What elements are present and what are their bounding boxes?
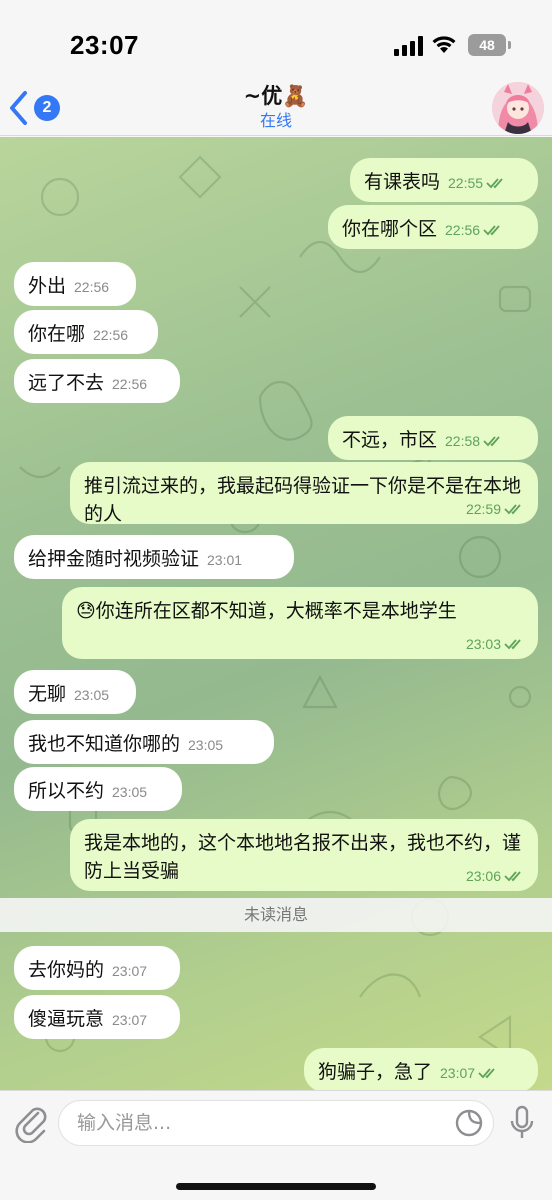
double-check-icon	[504, 504, 521, 515]
message-text: 外出	[28, 275, 67, 297]
message-text: 你在哪个区	[342, 218, 438, 240]
battery-level: 48	[479, 37, 495, 53]
incoming-message[interactable]: 所以不约 23:05	[14, 767, 182, 811]
message-text: 😓你连所在区都不知道，大概率不是本地学生	[76, 600, 457, 622]
double-check-icon	[483, 225, 500, 236]
message-time: 22:59	[466, 501, 524, 517]
message-text: 远了不去	[28, 372, 105, 394]
incoming-message[interactable]: 去你妈的 23:07	[14, 946, 180, 990]
message-time: 22:58	[445, 433, 481, 449]
chat-area[interactable]: 有课表吗 22:55 你在哪个区 22:56 外出 22:56 你在哪 22:56 远了不去 22…	[0, 137, 552, 1090]
message-time: 23:07	[440, 1065, 476, 1081]
message-text: 所以不约	[28, 780, 105, 802]
microphone-icon[interactable]	[508, 1105, 536, 1141]
message-time: 23:05	[112, 784, 148, 800]
incoming-message[interactable]: 傻逼玩意 23:07	[14, 995, 180, 1039]
outgoing-message[interactable]: 😓你连所在区都不知道，大概率不是本地学生 23:03	[62, 587, 538, 659]
status-time: 23:07	[70, 30, 139, 60]
message-text: 有课表吗	[364, 171, 441, 193]
chat-header: 2 ~优🧸 在线	[0, 80, 552, 136]
message-time: 23:05	[74, 687, 110, 703]
message-time: 22:56	[93, 327, 129, 343]
home-indicator	[176, 1183, 376, 1190]
message-time-text: 23:03	[465, 636, 501, 652]
message-input-bar: 输入消息...	[0, 1090, 552, 1200]
wifi-icon	[432, 36, 456, 53]
message-time: 22:56	[112, 376, 148, 392]
message-time-text: 22:59	[465, 501, 501, 517]
message-text: 不远，市区	[342, 429, 438, 451]
cellular-signal-icon	[394, 36, 423, 56]
chat-status: 在线	[259, 111, 292, 130]
outgoing-message[interactable]: 狗骗子，急了 23:07	[304, 1048, 538, 1090]
incoming-message[interactable]: 远了不去 22:56	[14, 359, 180, 403]
paperclip-icon[interactable]	[14, 1103, 48, 1143]
message-time: 22:56	[74, 279, 110, 295]
battery-nub	[508, 41, 511, 49]
sticker-icon[interactable]	[454, 1108, 484, 1138]
message-text: 你在哪	[28, 323, 86, 345]
incoming-message[interactable]: 无聊 23:05	[14, 670, 136, 714]
message-text: 去你妈的	[28, 959, 105, 981]
unread-divider: 未读消息	[0, 898, 552, 932]
status-bar: 23:07 48	[0, 0, 552, 80]
message-text: 给押金随时视频验证	[28, 548, 200, 570]
double-check-icon	[504, 871, 521, 882]
message-time: 23:01	[207, 552, 243, 568]
message-time: 23:03	[466, 636, 524, 652]
message-time: 22:55	[448, 175, 484, 191]
outgoing-message[interactable]: 有课表吗 22:55	[350, 158, 538, 202]
message-time: 23:05	[188, 737, 224, 753]
message-input[interactable]: 输入消息...	[58, 1100, 494, 1146]
battery-icon: 48	[468, 34, 506, 56]
message-text: 狗骗子，急了	[318, 1061, 433, 1083]
message-text: 傻逼玩意	[28, 1008, 105, 1030]
message-text: 无聊	[28, 683, 67, 705]
message-time: 23:06	[466, 868, 524, 884]
outgoing-message[interactable]: 不远，市区 22:58	[328, 416, 538, 460]
chat-title[interactable]: ~优🧸	[0, 80, 552, 110]
double-check-icon	[478, 1068, 495, 1079]
incoming-message[interactable]: 外出 22:56	[14, 262, 136, 306]
message-time: 23:07	[112, 1012, 148, 1028]
double-check-icon	[486, 178, 503, 189]
outgoing-message[interactable]: 推引流过来的，我最起码得验证一下你是不是在本地的人 22:59	[70, 462, 538, 525]
message-time-text: 23:06	[465, 868, 501, 884]
double-check-icon	[483, 436, 500, 447]
incoming-message[interactable]: 给押金随时视频验证 23:01	[14, 535, 294, 579]
double-check-icon	[504, 639, 521, 650]
avatar[interactable]	[492, 82, 544, 134]
incoming-message[interactable]: 我也不知道你哪的 23:05	[14, 720, 274, 764]
incoming-message[interactable]: 你在哪 22:56	[14, 310, 158, 354]
message-time: 23:07	[112, 963, 148, 979]
message-text: 推引流过来的，我最起码得验证一下你是不是在本地的人	[84, 475, 522, 525]
message-text: 我也不知道你哪的	[28, 733, 181, 755]
outgoing-message[interactable]: 我是本地的，这个本地地名报不出来，我也不约，谨防上当受骗 23:06	[70, 819, 538, 891]
message-time: 22:56	[445, 222, 481, 238]
outgoing-message[interactable]: 你在哪个区 22:56	[328, 205, 538, 249]
message-text: 我是本地的，这个本地地名报不出来，我也不约，谨防上当受骗	[84, 832, 522, 882]
